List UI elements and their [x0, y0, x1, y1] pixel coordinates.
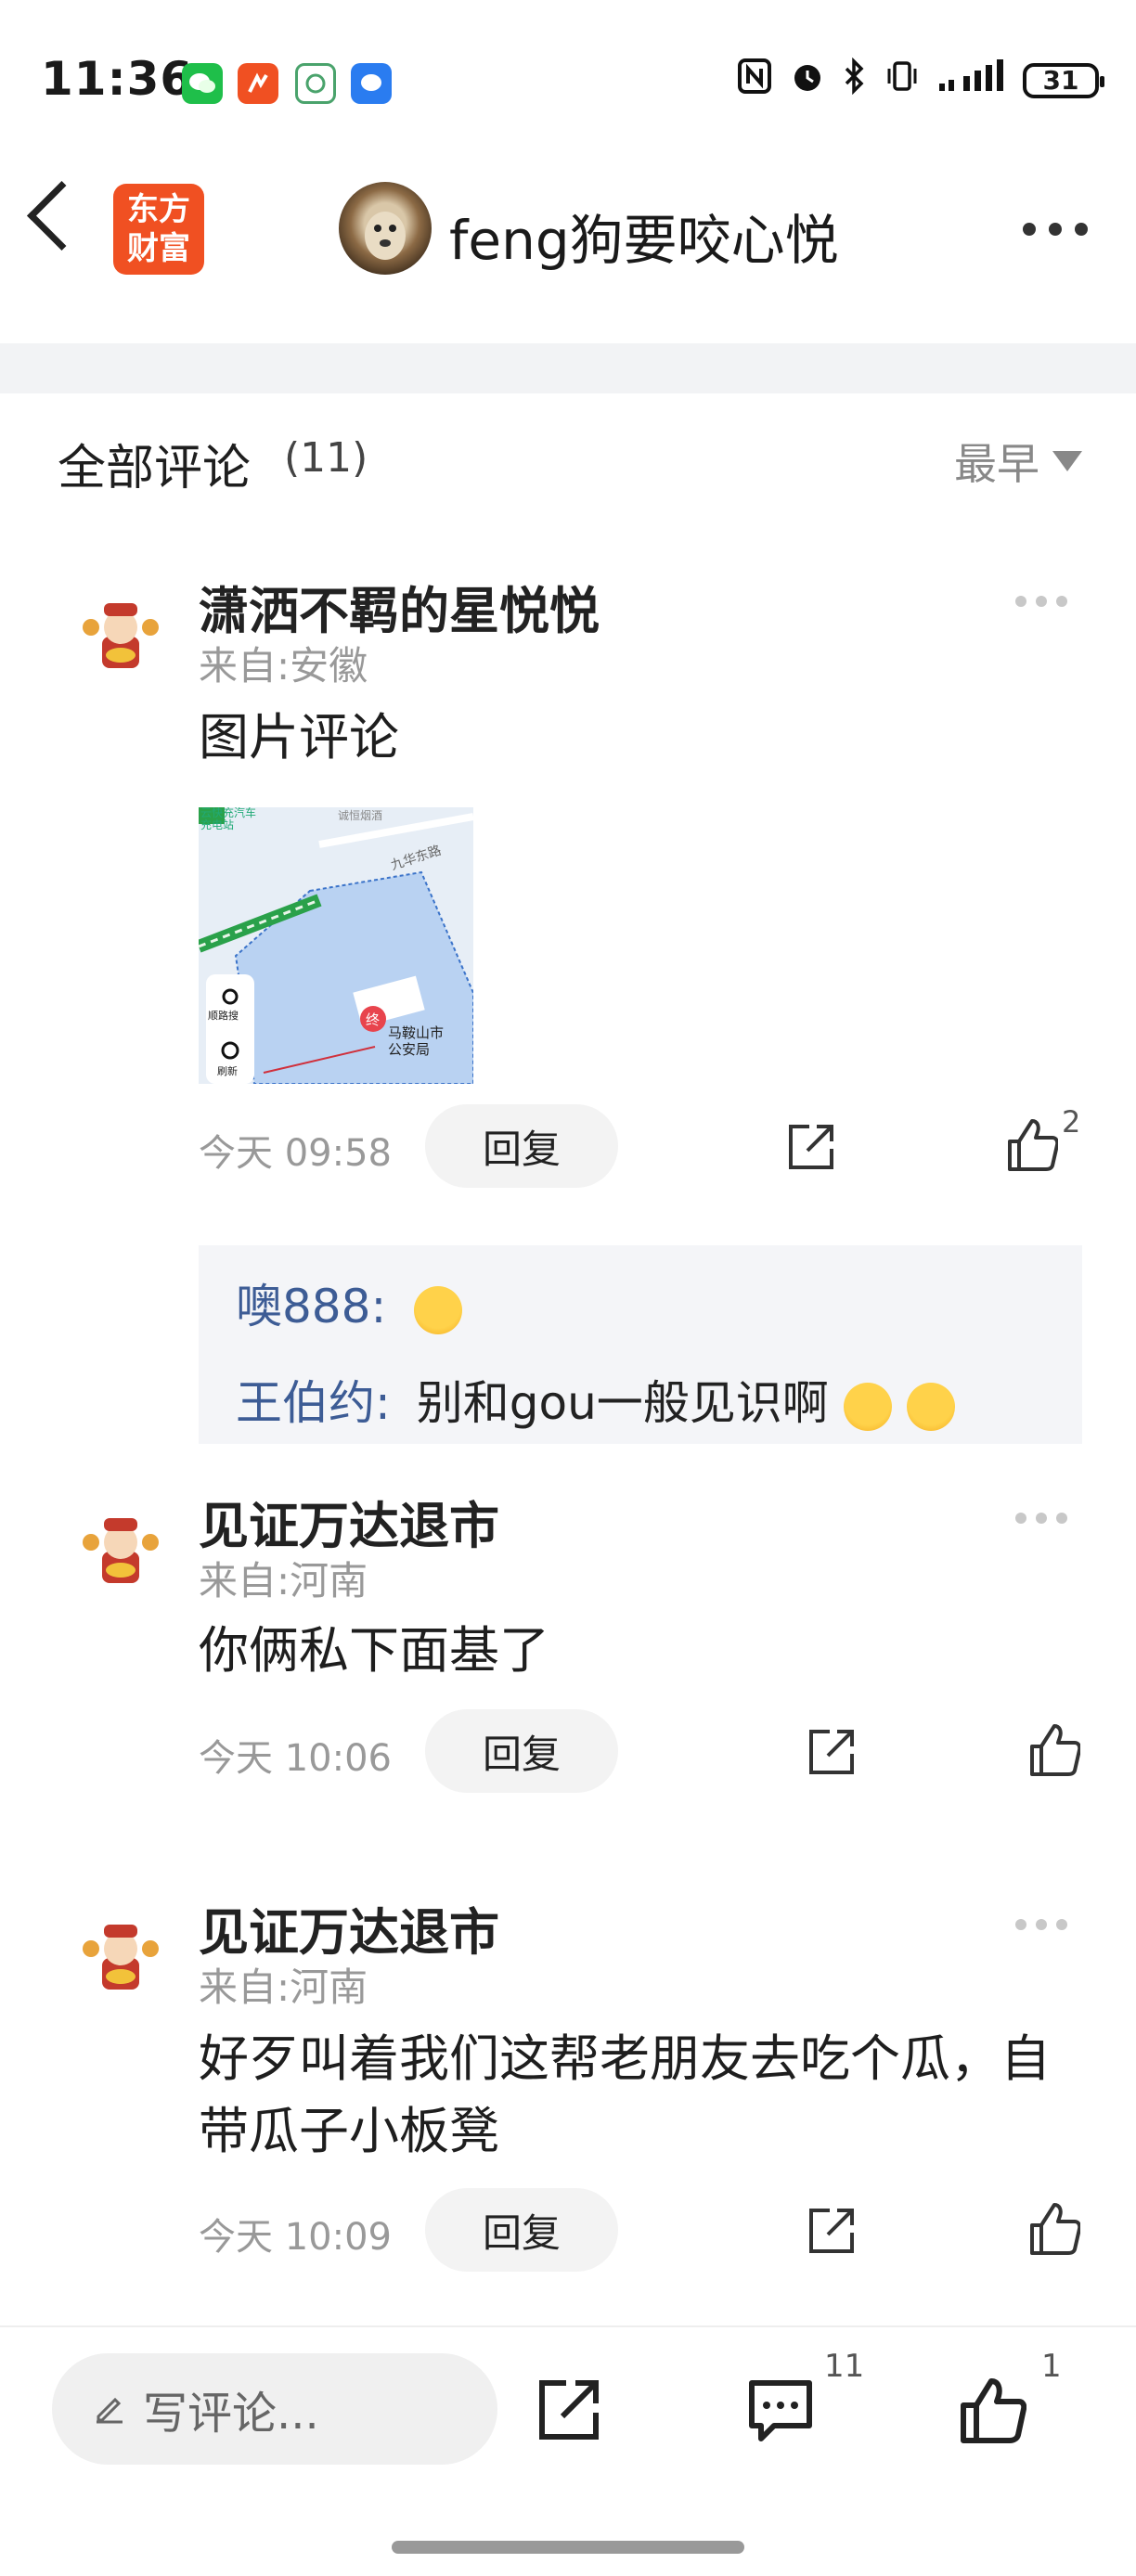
comment-time: 今天 10:09: [199, 2216, 392, 2259]
share-icon[interactable]: [806, 1726, 858, 1778]
battery-indicator: 31: [1023, 62, 1104, 98]
comment-more-icon[interactable]: [1015, 1513, 1067, 1524]
laughing-crying-emoji-icon: [414, 1285, 463, 1334]
share-icon[interactable]: [535, 2376, 603, 2444]
app-icon-green: [295, 63, 336, 104]
sub-reply[interactable]: 噢888:: [236, 1269, 463, 1336]
home-indicator[interactable]: [392, 2541, 744, 2554]
reply-button[interactable]: 回复: [425, 1104, 618, 1188]
signal-icon: [937, 58, 1006, 103]
sub-reply-sep: :: [370, 1280, 387, 1333]
page-title: feng狗要咬心悦: [449, 209, 839, 272]
sub-reply-name[interactable]: 噢888: [236, 1280, 370, 1333]
comment-text: 图片评论: [199, 708, 399, 766]
author-avatar[interactable]: [339, 182, 432, 275]
nfc-icon: [737, 58, 772, 103]
comment-text: 好歹叫着我们这帮老朋友去吃个瓜，自带瓜子小板凳: [199, 2029, 1051, 2160]
brand-line1: 东方: [127, 191, 190, 228]
commenter-avatar[interactable]: [78, 590, 163, 676]
sub-reply-name[interactable]: 王伯约: [236, 1376, 375, 1430]
commenter-avatar[interactable]: [78, 1505, 163, 1591]
triangle-down-icon: [1052, 451, 1082, 471]
bottom-bar-border: [0, 2325, 1136, 2327]
commenter-name[interactable]: 见证万达退市: [199, 1891, 499, 1964]
pencil-icon: [93, 2383, 126, 2435]
brand-logo[interactable]: 东方 财富: [113, 184, 204, 275]
reply-button[interactable]: 回复: [425, 1709, 618, 1793]
commenter-name[interactable]: 见证万达退市: [199, 1485, 499, 1558]
map-label: 诚恒烟酒: [338, 809, 383, 822]
grinning-emoji-icon: [843, 1382, 892, 1431]
like-icon[interactable]: [958, 2376, 1027, 2444]
share-icon[interactable]: [785, 1121, 837, 1173]
map-end-marker: 终: [366, 1011, 381, 1028]
commenter-name[interactable]: 潇洒不羁的星悦悦: [199, 570, 600, 643]
brand-line2: 财富: [127, 230, 190, 267]
map-label: 云快充汽车充电站: [200, 807, 257, 831]
comment-more-icon[interactable]: [1015, 596, 1067, 607]
comment-time: 今天 10:06: [199, 1737, 392, 1780]
like-count: 1: [1041, 2348, 1062, 2385]
back-icon[interactable]: [27, 181, 97, 251]
wechat-icon: [182, 63, 223, 104]
comment-count: 11: [824, 2348, 865, 2385]
map-button-label: 刷新: [217, 1065, 238, 1077]
status-icons: 31: [737, 57, 1104, 103]
grinning-emoji-icon: [906, 1382, 955, 1431]
comment-icon[interactable]: [746, 2376, 815, 2444]
sub-reply[interactable]: 王伯约: 别和gou一般见识啊: [236, 1366, 955, 1433]
alarm-icon: [789, 58, 826, 103]
share-icon[interactable]: [806, 2205, 858, 2257]
comment-text: 你俩私下面基了: [199, 1621, 549, 1680]
app-icon-orange: [238, 63, 278, 104]
comments-count: (11): [284, 434, 368, 482]
commenter-location: 来自:安徽: [199, 643, 368, 689]
vibrate-icon: [884, 58, 921, 103]
map-button-label: 顺路搜: [208, 1010, 239, 1022]
message-icon: [351, 63, 392, 104]
comments-title: 全部评论: [58, 441, 252, 496]
sort-label: 最早: [954, 439, 1039, 489]
more-options-icon[interactable]: [1023, 223, 1088, 236]
status-time: 11:36: [41, 52, 194, 106]
like-icon[interactable]: [1028, 1722, 1082, 1776]
write-comment-input[interactable]: 写评论...: [52, 2353, 497, 2465]
commenter-location: 来自:河南: [199, 1964, 368, 2010]
reply-button[interactable]: 回复: [425, 2188, 618, 2272]
sub-reply-sep: :: [375, 1376, 391, 1430]
comment-image[interactable]: 云快充汽车充电站 诚恒烟酒 九华东路 马鞍山市公安局 顺路搜 刷新 终: [199, 807, 473, 1084]
commenter-location: 来自:河南: [199, 1558, 368, 1604]
commenter-avatar[interactable]: [78, 1912, 163, 1997]
sort-dropdown[interactable]: 最早: [954, 431, 1082, 492]
like-count: 2: [1062, 1104, 1081, 1140]
sub-reply-text: 别和gou一般见识啊: [416, 1376, 829, 1430]
map-label: 马鞍山市公安局: [388, 1024, 445, 1058]
bluetooth-icon: [843, 57, 867, 103]
like-icon[interactable]: [1028, 2201, 1082, 2255]
section-divider: [0, 343, 1136, 393]
write-comment-placeholder: 写评论...: [143, 2388, 319, 2440]
like-icon[interactable]: [1006, 1117, 1060, 1171]
sub-replies[interactable]: 噢888: 王伯约: 别和gou一般见识啊: [199, 1245, 1082, 1444]
comment-more-icon[interactable]: [1015, 1919, 1067, 1930]
comment-time: 今天 09:58: [199, 1132, 392, 1175]
